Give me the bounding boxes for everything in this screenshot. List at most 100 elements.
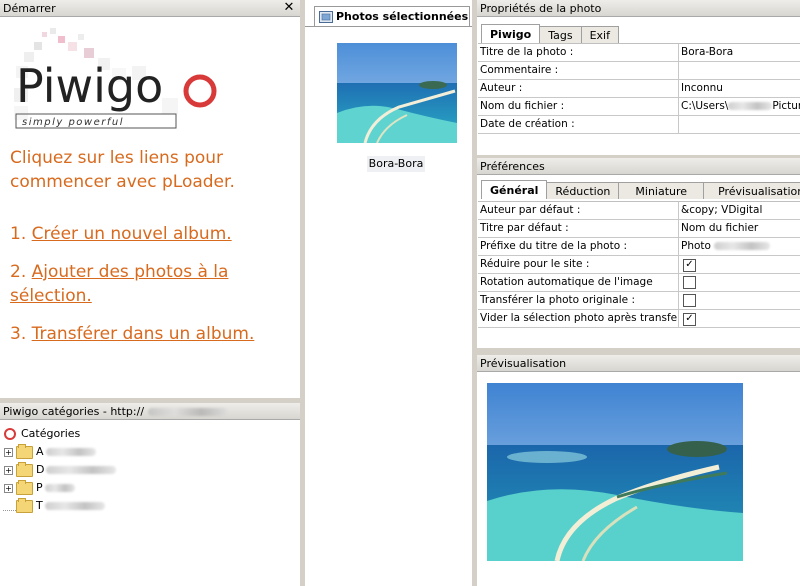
- properties-titlebar: Propriétés de la photo: [477, 0, 800, 17]
- preferences-tabs: Général Réduction Miniature Prévisualisa…: [481, 180, 800, 199]
- preferences-panel: Préférences Général Réduction Miniature …: [477, 158, 800, 348]
- tree-item-label: T: [36, 499, 43, 512]
- property-row: Date de création :: [478, 116, 800, 134]
- tree-item-label: A: [36, 445, 44, 458]
- categories-panel-titlebar: Piwigo catégories - http://: [0, 403, 300, 420]
- properties-tabs: Piwigo Tags Exif: [481, 24, 619, 43]
- expand-icon[interactable]: +: [4, 483, 13, 493]
- step-create-album: 1. Créer un nouvel album.: [10, 222, 295, 246]
- step-upload: 3. Transférer dans un album.: [10, 322, 295, 346]
- tree-item[interactable]: + A: [3, 443, 300, 461]
- default-author-field[interactable]: &copy; VDigital: [679, 202, 800, 219]
- property-row: Titre de la photo : Bora-Bora: [478, 44, 800, 62]
- preference-row: Rotation automatique de l'image: [478, 274, 800, 292]
- property-label: Nom du fichier :: [478, 98, 679, 115]
- property-label: Auteur :: [478, 80, 679, 97]
- clear-selection-checkbox[interactable]: ✓: [683, 313, 696, 326]
- filename-prefix: C:\Users\: [681, 100, 729, 112]
- tree-item-label: D: [36, 463, 45, 476]
- preference-row: Transférer la photo originale :: [478, 292, 800, 310]
- preference-row: Réduire pour le site : ✓: [478, 256, 800, 274]
- preview-title: Prévisualisation: [480, 357, 567, 370]
- tab-exif[interactable]: Exif: [580, 26, 619, 43]
- photo-title-field[interactable]: Bora-Bora: [679, 44, 800, 61]
- add-photos-link[interactable]: Ajouter des photos à la sélection.: [10, 262, 228, 306]
- create-album-link[interactable]: Créer un nouvel album.: [32, 224, 232, 244]
- tab-tags[interactable]: Tags: [539, 26, 582, 43]
- property-row: Auteur : Inconnu: [478, 80, 800, 98]
- photo-thumbnail[interactable]: [337, 43, 457, 144]
- step-number: 3.: [10, 324, 27, 344]
- step-add-photos: 2. Ajouter des photos à la sélection.: [10, 260, 295, 308]
- tab-preview[interactable]: Prévisualisation: [703, 182, 800, 199]
- tree-item[interactable]: + D: [3, 461, 300, 479]
- filename-tail: Pictures: [772, 100, 800, 112]
- tab-general[interactable]: Général: [481, 180, 548, 199]
- svg-text:Piwigo: Piwigo: [16, 59, 163, 113]
- default-title-field[interactable]: Nom du fichier: [679, 220, 800, 237]
- preference-label: Vider la sélection photo après transfert…: [478, 310, 679, 327]
- expand-icon[interactable]: +: [4, 465, 13, 475]
- tab-piwigo[interactable]: Piwigo: [481, 24, 541, 43]
- filename-field[interactable]: C:\Users\ Pictures: [679, 98, 800, 115]
- preview-panel: Prévisualisation: [477, 355, 800, 586]
- properties-grid: Titre de la photo : Bora-Bora Commentair…: [478, 43, 800, 134]
- redacted-text: [44, 502, 105, 510]
- piwigo-root-icon: [4, 428, 16, 440]
- start-panel-title: Démarrer: [3, 2, 56, 15]
- close-icon[interactable]: ✕: [282, 1, 296, 15]
- title-prefix-field[interactable]: Photo: [679, 238, 800, 255]
- piwigo-logo: Piwigo simply powerful: [12, 28, 222, 132]
- preview-image: [487, 383, 743, 562]
- property-label: Titre de la photo :: [478, 44, 679, 61]
- start-panel: Démarrer ✕ Piwigo simply powerful Clique…: [0, 0, 300, 398]
- upload-link[interactable]: Transférer dans un album.: [32, 324, 255, 344]
- step-number: 1.: [10, 224, 27, 244]
- preference-label: Réduire pour le site :: [478, 256, 679, 273]
- tree-root-label: Catégories: [21, 427, 81, 440]
- folder-icon: [16, 497, 33, 513]
- svg-text:simply powerful: simply powerful: [22, 117, 124, 128]
- categories-panel: Piwigo catégories - http:// Catégories +…: [0, 403, 300, 586]
- expand-icon[interactable]: +: [4, 447, 13, 457]
- tab-selected-photos[interactable]: Photos sélectionnées: [314, 6, 470, 26]
- comment-field[interactable]: [679, 62, 800, 79]
- folder-icon: [16, 443, 33, 459]
- redacted-text: [714, 242, 771, 250]
- categories-tree[interactable]: Catégories + A + D + P T: [3, 425, 300, 515]
- auto-rotate-checkbox[interactable]: [683, 276, 696, 289]
- redacted-text: [44, 484, 75, 492]
- preference-label: Préfixe du titre de la photo :: [478, 238, 679, 255]
- redacted-url: [147, 408, 228, 416]
- property-label: Date de création :: [478, 116, 679, 133]
- property-row: Nom du fichier : C:\Users\ Pictures: [478, 98, 800, 116]
- preference-label: Titre par défaut :: [478, 220, 679, 237]
- properties-title: Propriétés de la photo: [480, 2, 602, 15]
- redacted-text: [46, 466, 117, 474]
- upload-original-checkbox[interactable]: [683, 294, 696, 307]
- preferences-grid: Auteur par défaut : &copy; VDigital Titr…: [478, 201, 800, 328]
- preference-row: Titre par défaut : Nom du fichier: [478, 220, 800, 238]
- preference-row: Vider la sélection photo après transfert…: [478, 310, 800, 328]
- tree-item[interactable]: T: [3, 497, 300, 515]
- preference-label: Rotation automatique de l'image: [478, 274, 679, 291]
- preview-titlebar: Prévisualisation: [477, 355, 800, 372]
- tree-item[interactable]: + P: [3, 479, 300, 497]
- folder-icon: [16, 479, 33, 495]
- preference-label: Transférer la photo originale :: [478, 292, 679, 309]
- preference-label: Auteur par défaut :: [478, 202, 679, 219]
- resize-checkbox[interactable]: ✓: [683, 259, 696, 272]
- tree-item-label: P: [36, 481, 43, 494]
- author-field[interactable]: Inconnu: [679, 80, 800, 97]
- preferences-title: Préférences: [480, 160, 545, 173]
- preferences-titlebar: Préférences: [477, 158, 800, 175]
- creation-date-field[interactable]: [679, 116, 800, 133]
- categories-panel-title: Piwigo catégories - http://: [3, 405, 145, 418]
- title-prefix-value: Photo: [681, 240, 711, 252]
- tab-reduction[interactable]: Réduction: [546, 182, 620, 199]
- tree-root[interactable]: Catégories: [3, 425, 300, 443]
- tab-thumbnail[interactable]: Miniature: [618, 182, 705, 199]
- intro-text: Cliquez sur les liens pour commencer ave…: [10, 148, 235, 192]
- photos-icon: [319, 10, 333, 23]
- photo-label: Bora-Bora: [367, 156, 425, 172]
